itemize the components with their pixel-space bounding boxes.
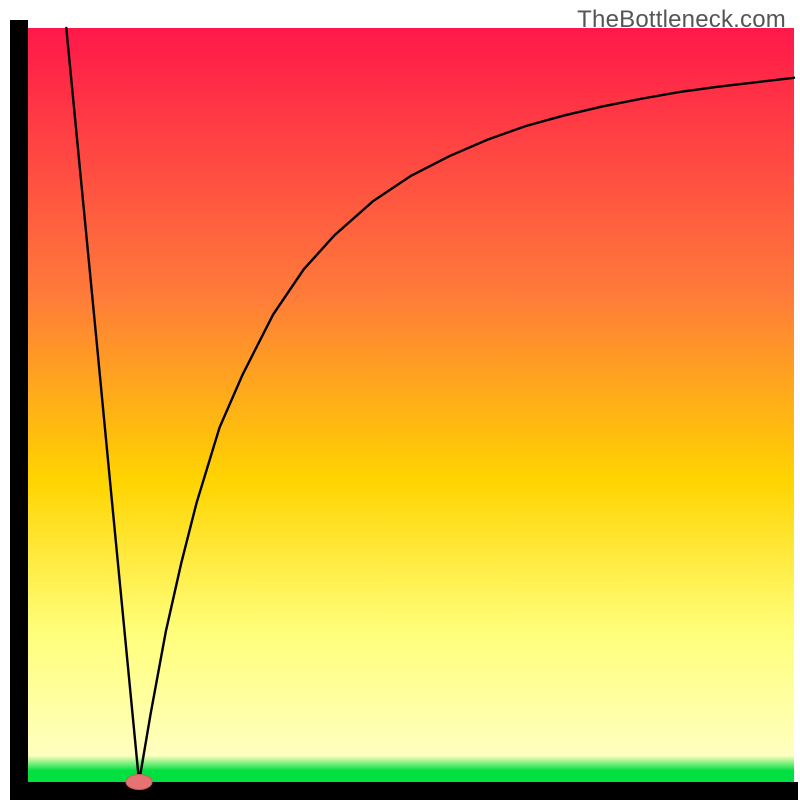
watermark-text: TheBottleneck.com (577, 6, 786, 34)
bottleneck-chart: TheBottleneck.com (0, 0, 800, 800)
plot-background (28, 28, 794, 782)
chart-canvas (0, 0, 800, 800)
minimum-marker (126, 774, 152, 789)
